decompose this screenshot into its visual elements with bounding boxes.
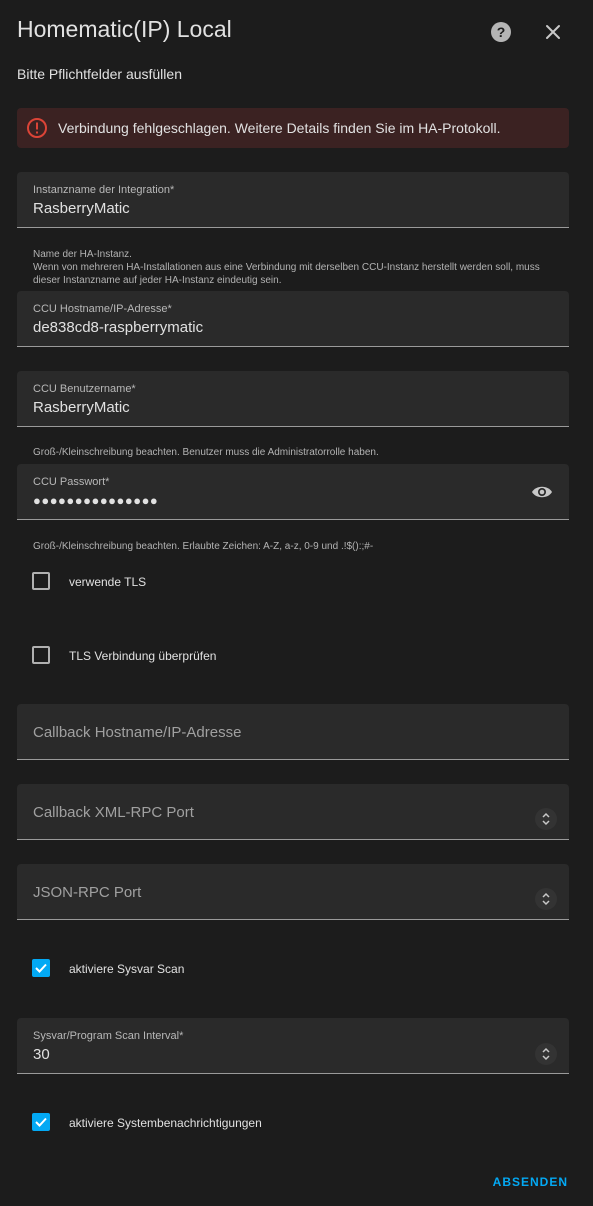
ccu-host-label: CCU Hostname/IP-Adresse* [33, 303, 172, 315]
notifications-checkbox-label: aktiviere Systembenachrichtigungen [69, 1116, 262, 1130]
instance-name-helper-line2: Wenn von mehreren HA-Installationen aus … [33, 262, 540, 286]
json-rpc-port-field[interactable]: JSON-RPC Port [17, 864, 569, 920]
error-icon [26, 117, 48, 139]
ccu-username-helper: Groß-/Kleinschreibung beachten. Benutzer… [33, 447, 379, 458]
instance-name-helper-line1: Name der HA-Instanz. [33, 249, 132, 260]
ccu-password-field[interactable]: CCU Passwort* ●●●●●●●●●●●●●●● [17, 464, 569, 520]
callback-port-spinner-icon[interactable] [535, 808, 557, 830]
svg-text:?: ? [497, 24, 506, 40]
callback-port-field[interactable]: Callback XML-RPC Port [17, 784, 569, 840]
scan-interval-field[interactable]: Sysvar/Program Scan Interval* 30 [17, 1018, 569, 1074]
ccu-host-value: de838cd8-raspberrymatic [33, 319, 204, 336]
submit-button[interactable]: ABSENDEN [493, 1175, 568, 1189]
sysvar-scan-checkbox-label: aktiviere Sysvar Scan [69, 962, 185, 976]
scan-interval-value: 30 [33, 1046, 50, 1063]
show-password-icon[interactable] [531, 482, 553, 502]
check-icon [35, 1117, 47, 1127]
instance-name-label: Instanzname der Integration* [33, 184, 175, 196]
ccu-username-value: RasberryMatic [33, 399, 130, 416]
ccu-username-field[interactable]: CCU Benutzername* RasberryMatic [17, 371, 569, 427]
help-icon[interactable]: ? [489, 20, 513, 44]
callback-host-placeholder: Callback Hostname/IP-Adresse [33, 724, 242, 741]
dialog-title: Homematic(IP) Local [17, 16, 232, 42]
error-alert: Verbindung fehlgeschlagen. Weitere Detai… [17, 108, 569, 148]
dialog-subtitle: Bitte Pflichtfelder ausfüllen [17, 66, 182, 82]
sysvar-scan-checkbox[interactable] [32, 959, 50, 977]
callback-host-field[interactable]: Callback Hostname/IP-Adresse [17, 704, 569, 760]
instance-name-field[interactable]: Instanzname der Integration* RasberryMat… [17, 172, 569, 228]
check-icon [35, 963, 47, 973]
scan-interval-label: Sysvar/Program Scan Interval* [33, 1030, 184, 1042]
ccu-password-value: ●●●●●●●●●●●●●●● [33, 493, 159, 508]
scan-interval-spinner-icon[interactable] [535, 1043, 557, 1065]
ccu-password-helper: Groß-/Kleinschreibung beachten. Erlaubte… [33, 541, 374, 552]
instance-name-helper: Name der HA-Instanz. Wenn von mehreren H… [33, 248, 553, 287]
notifications-checkbox[interactable] [32, 1113, 50, 1131]
ccu-host-field[interactable]: CCU Hostname/IP-Adresse* de838cd8-raspbe… [17, 291, 569, 347]
json-rpc-port-spinner-icon[interactable] [535, 888, 557, 910]
tls-checkbox[interactable] [32, 572, 50, 590]
instance-name-value: RasberryMatic [33, 200, 130, 217]
callback-port-placeholder: Callback XML-RPC Port [33, 804, 194, 821]
json-rpc-port-placeholder: JSON-RPC Port [33, 884, 142, 901]
error-alert-text: Verbindung fehlgeschlagen. Weitere Detai… [58, 120, 501, 136]
tls-checkbox-label: verwende TLS [69, 575, 147, 589]
verify-tls-checkbox-label: TLS Verbindung überprüfen [69, 649, 217, 663]
close-icon[interactable] [541, 20, 565, 44]
ccu-username-label: CCU Benutzername* [33, 383, 136, 395]
verify-tls-checkbox[interactable] [32, 646, 50, 664]
ccu-password-label: CCU Passwort* [33, 476, 110, 488]
